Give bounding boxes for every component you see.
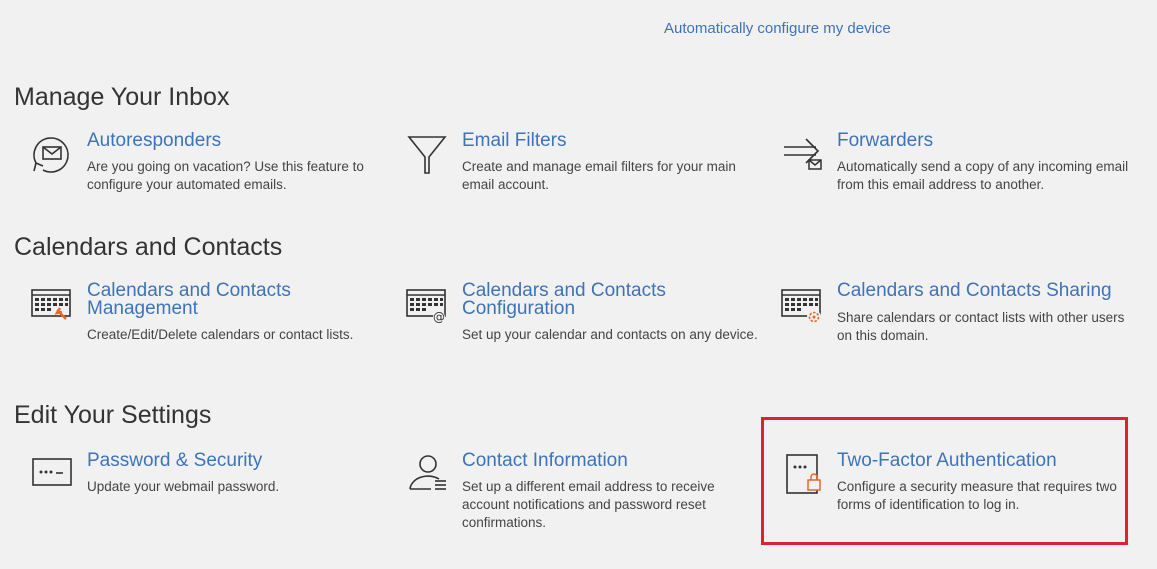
calendars-sharing-link[interactable]: Calendars and Contacts Sharing	[837, 281, 1137, 300]
calendar-config-icon: @	[401, 282, 449, 330]
forwarders-link[interactable]: Forwarders	[837, 131, 1137, 150]
calendars-configuration-desc: Set up your calendar and contacts on any…	[462, 327, 758, 342]
forwarder-icon	[776, 131, 824, 179]
password-icon	[26, 451, 74, 499]
calendars-management-link[interactable]: Calendars and Contacts Management	[87, 281, 387, 318]
filter-icon	[401, 131, 449, 179]
calendars-configuration-link[interactable]: Calendars and Contacts Configuration	[462, 281, 762, 318]
email-filters-desc: Create and manage email filters for your…	[462, 159, 736, 192]
calendar-edit-icon	[26, 282, 74, 330]
autoresponder-icon	[26, 131, 74, 179]
forwarders-desc: Automatically send a copy of any incomin…	[837, 159, 1129, 192]
calendars-sharing-desc: Share calendars or contact lists with ot…	[837, 310, 1125, 343]
svg-text:@: @	[433, 310, 445, 324]
calendar-share-icon	[776, 282, 824, 330]
contact-information-link[interactable]: Contact Information	[462, 451, 762, 470]
autoresponders-link[interactable]: Autoresponders	[87, 131, 387, 150]
section-title-edit-settings: Edit Your Settings	[14, 401, 212, 429]
password-security-link[interactable]: Password & Security	[87, 451, 387, 470]
autoresponders-desc: Are you going on vacation? Use this feat…	[87, 159, 364, 192]
email-filters-link[interactable]: Email Filters	[462, 131, 762, 150]
contact-information-desc: Set up a different email address to rece…	[462, 479, 715, 530]
auto-configure-link[interactable]: Automatically configure my device	[664, 20, 891, 37]
password-security-desc: Update your webmail password.	[87, 479, 280, 494]
highlight-frame	[761, 417, 1128, 545]
section-title-calendars-contacts: Calendars and Contacts	[14, 233, 283, 261]
calendars-management-desc: Create/Edit/Delete calendars or contact …	[87, 327, 354, 342]
section-title-manage-inbox: Manage Your Inbox	[14, 83, 230, 111]
contact-info-icon	[401, 451, 449, 499]
